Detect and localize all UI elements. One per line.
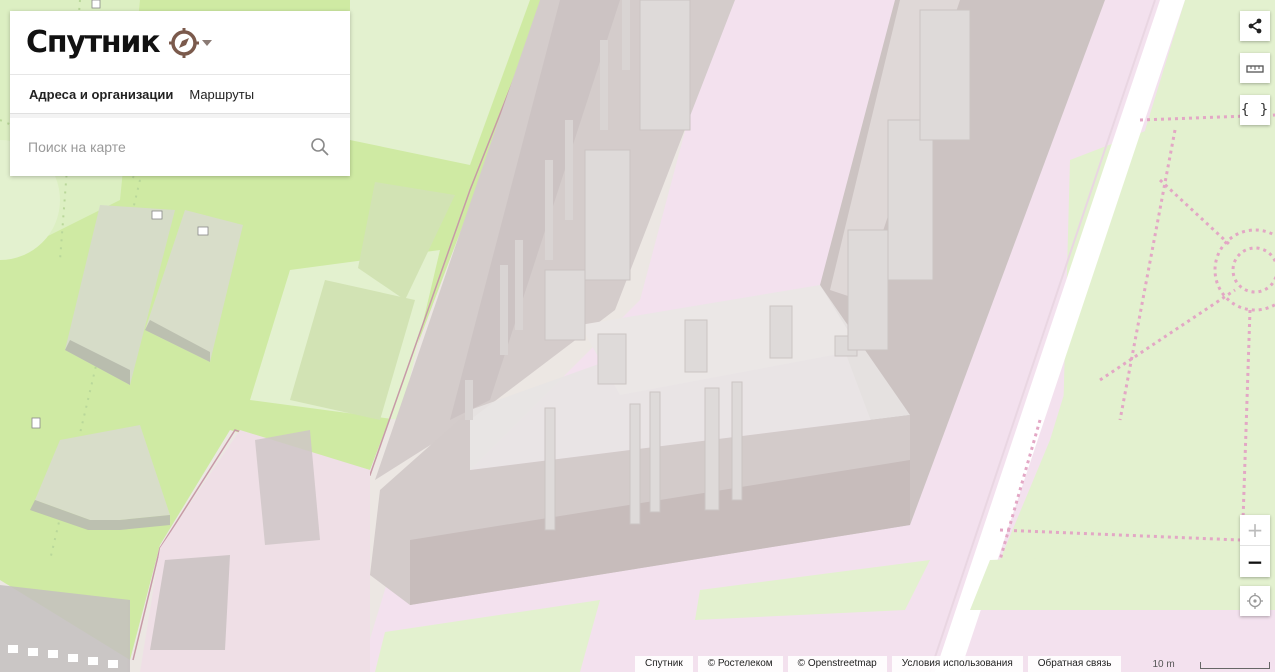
ruler-button[interactable] (1240, 53, 1270, 83)
share-button[interactable] (1240, 11, 1270, 41)
brand-header: Спутник (10, 11, 350, 74)
map-scale: 10 m (1128, 656, 1275, 672)
embed-code-button[interactable]: { } (1240, 95, 1270, 125)
search-icon[interactable] (310, 137, 330, 157)
zoom-control: + − (1240, 515, 1270, 577)
locate-button[interactable] (1240, 586, 1270, 616)
park-area (1060, 110, 1220, 530)
attribution-bar: Спутник © Ростелеком © Openstreetmap Усл… (635, 656, 1275, 672)
attribution-sputnik[interactable]: Спутник (635, 656, 693, 672)
ruler-icon (1246, 65, 1264, 73)
tab-bar: Адреса и организации Маршруты (10, 74, 350, 114)
brand-name[interactable]: Спутник (26, 25, 161, 60)
share-icon (1248, 18, 1262, 34)
search-input[interactable] (10, 118, 350, 176)
search-panel: Спутник Адреса и организации Маршруты (10, 11, 350, 176)
attribution-rostelecom[interactable]: © Ростелеком (697, 656, 783, 672)
locate-icon (1247, 593, 1263, 609)
scale-label: 10 m (1152, 658, 1175, 670)
attribution-osm[interactable]: © Openstreetmap (787, 656, 887, 672)
chevron-down-icon[interactable] (202, 39, 213, 46)
search-bar (10, 118, 350, 176)
terms-link[interactable]: Условия использования (891, 656, 1023, 672)
zoom-out-button[interactable]: − (1240, 546, 1270, 577)
tab-routes[interactable]: Маршруты (189, 87, 254, 102)
zoom-in-button[interactable]: + (1240, 515, 1270, 546)
scale-bar (1200, 662, 1271, 669)
compass-icon[interactable] (169, 27, 200, 58)
feedback-link[interactable]: Обратная связь (1027, 656, 1122, 672)
tab-addresses[interactable]: Адреса и организации (29, 87, 173, 102)
